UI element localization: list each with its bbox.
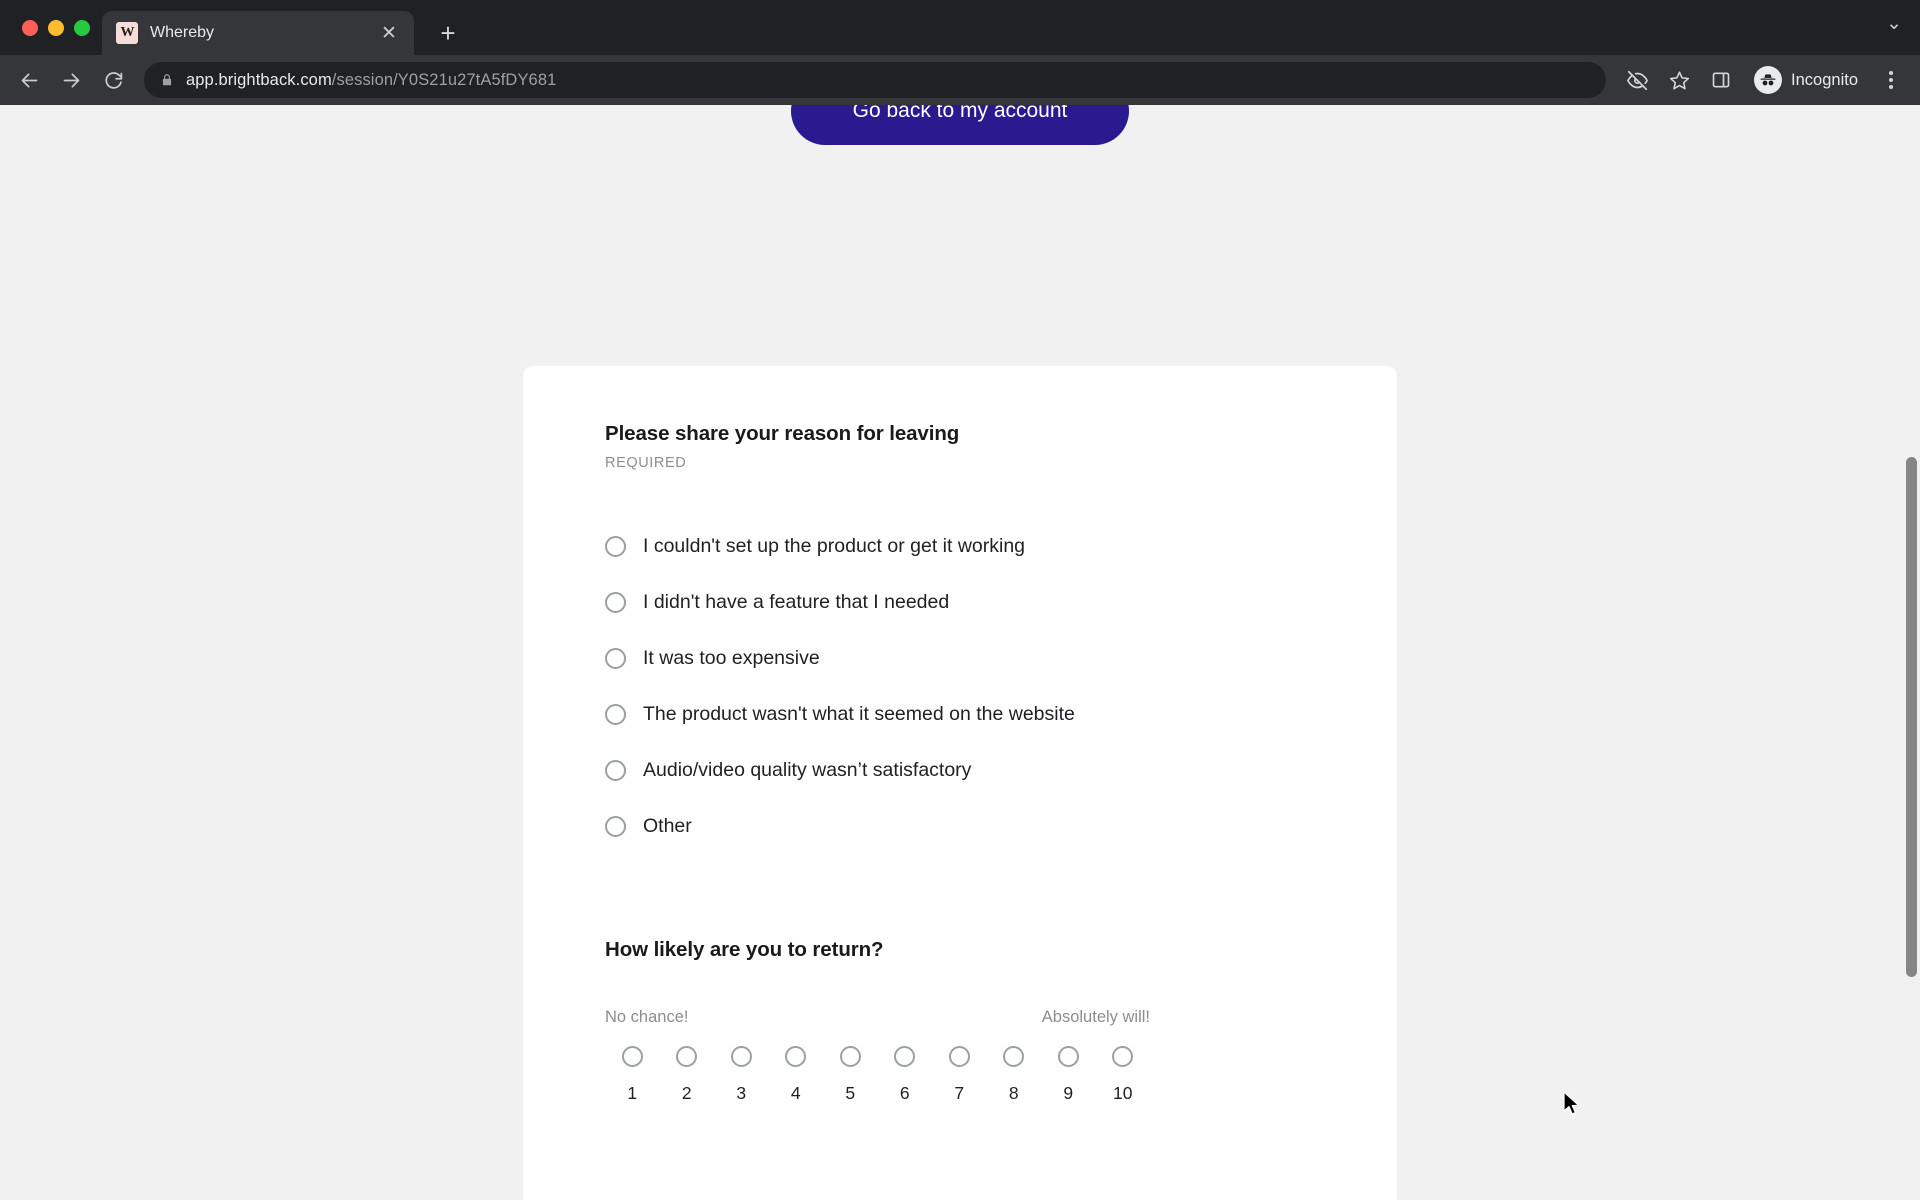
mouse-cursor [1563,1091,1580,1115]
radio-icon[interactable] [1112,1046,1134,1067]
reason-option-label: I didn't have a feature that I needed [643,590,950,613]
forward-icon[interactable] [52,61,90,99]
url-path: /session/Y0S21u27tA5fDY681 [331,70,557,89]
side-panel-icon[interactable] [1702,61,1740,99]
new-tab-button[interactable]: + [430,15,466,51]
nps-option[interactable]: 10 [1096,1046,1151,1104]
reason-option-label: Audio/video quality wasn’t satisfactory [643,758,972,781]
radio-icon[interactable] [605,535,626,557]
radio-icon[interactable] [621,1046,643,1067]
browser-window: W Whereby ✕ + ⌄ app.brightback.com/sessi… [0,0,1920,1200]
nps-option[interactable]: 7 [932,1046,987,1104]
reason-option[interactable]: Audio/video quality wasn’t satisfactory [605,742,1315,798]
radio-icon[interactable] [605,647,626,669]
reason-option[interactable]: I couldn't set up the product or get it … [605,518,1315,574]
maximize-window-button[interactable] [74,19,90,36]
star-icon[interactable] [1660,61,1698,99]
reason-option[interactable]: I didn't have a feature that I needed [605,574,1315,630]
reason-option-label: Other [643,814,692,837]
vertical-scrollbar[interactable] [1903,105,1920,1200]
go-back-button-container: Go back to my account [0,105,1920,145]
profile-label: Incognito [1791,70,1858,89]
reason-option-label: The product wasn't what it seemed on the… [643,702,1075,725]
nps-endpoint-labels: No chance! Absolutely will! [605,1008,1150,1027]
reload-icon[interactable] [94,61,132,99]
minimize-window-button[interactable] [48,19,64,36]
nps-option[interactable]: 1 [605,1046,660,1104]
browser-tab-whereby[interactable]: W Whereby ✕ [102,11,414,55]
free-text-section: Anything else you’d like to share about … [605,1196,1315,1200]
nps-section: How likely are you to return? No chance!… [605,938,1315,1104]
reason-section-title: Please share your reason for leaving [605,422,960,445]
reason-option-label: It was too expensive [643,646,820,669]
reason-option-label: I couldn't set up the product or get it … [643,534,1026,557]
nps-option[interactable]: 8 [987,1046,1042,1104]
back-icon[interactable] [10,61,48,99]
profile-chip-incognito[interactable]: Incognito [1748,63,1872,97]
go-back-to-my-account-button[interactable]: Go back to my account [790,105,1130,145]
nps-option[interactable]: 9 [1041,1046,1096,1104]
tab-title: Whereby [150,24,215,41]
nps-option-label: 8 [1008,1083,1019,1103]
nps-option-label: 1 [627,1083,638,1103]
window-controls [14,0,102,55]
radio-icon[interactable] [785,1046,807,1067]
url-text: app.brightback.com/session/Y0S21u27tA5fD… [186,71,556,90]
radio-icon[interactable] [605,703,626,725]
nps-scale: 1 2 3 4 5 6 7 8 9 10 [605,1046,1150,1104]
close-tab-icon[interactable]: ✕ [376,20,402,46]
kebab-menu-icon[interactable] [1876,61,1906,99]
radio-icon[interactable] [894,1046,916,1067]
nps-option-label: 6 [899,1083,910,1103]
incognito-icon [1754,66,1783,94]
nps-option-label: 10 [1113,1083,1133,1103]
address-bar[interactable]: app.brightback.com/session/Y0S21u27tA5fD… [144,62,1607,98]
nps-option-label: 4 [790,1083,801,1103]
nps-option[interactable]: 2 [660,1046,715,1104]
reason-section: Please share your reason for leaving REQ… [605,422,1315,854]
reason-option[interactable]: The product wasn't what it seemed on the… [605,686,1315,742]
nps-option-label: 7 [954,1083,965,1103]
cancellation-survey-card: Please share your reason for leaving REQ… [523,366,1397,1200]
radio-icon[interactable] [605,815,626,837]
free-text-section-title: Anything else you’d like to share about … [605,1196,1075,1200]
whereby-favicon-icon: W [116,22,138,44]
tab-strip: W Whereby ✕ + ⌄ [0,0,1920,55]
nps-option[interactable]: 6 [878,1046,933,1104]
nps-option[interactable]: 5 [823,1046,878,1104]
reason-option[interactable]: It was too expensive [605,630,1315,686]
nps-option-label: 2 [681,1083,692,1103]
reason-option[interactable]: Other [605,798,1315,854]
close-window-button[interactable] [22,19,38,36]
radio-icon[interactable] [605,591,626,613]
radio-icon[interactable] [1057,1046,1079,1067]
lock-icon [160,73,174,87]
reason-required-label: REQUIRED [605,455,687,471]
reason-options-list: I couldn't set up the product or get it … [605,518,1315,854]
nps-option-label: 9 [1063,1083,1074,1103]
nps-low-label: No chance! [605,1008,689,1026]
radio-icon[interactable] [605,759,626,781]
nps-section-title: How likely are you to return? [605,938,884,961]
nps-high-label: Absolutely will! [1041,1008,1150,1026]
radio-icon[interactable] [839,1046,861,1067]
eye-slash-icon[interactable] [1618,61,1656,99]
radio-icon[interactable] [676,1046,698,1067]
nps-option[interactable]: 3 [714,1046,769,1104]
url-host: app.brightback.com [186,70,332,89]
tab-search-chevron-down-icon[interactable]: ⌄ [1886,12,1902,35]
toolbar-actions: Incognito [1618,61,1906,99]
nps-option[interactable]: 4 [769,1046,824,1104]
scrollbar-thumb[interactable] [1906,457,1917,977]
radio-icon[interactable] [1003,1046,1025,1067]
radio-icon[interactable] [730,1046,752,1067]
nps-option-label: 5 [845,1083,856,1103]
radio-icon[interactable] [948,1046,970,1067]
page-viewport: Go back to my account Please share your … [0,105,1920,1200]
browser-toolbar: app.brightback.com/session/Y0S21u27tA5fD… [0,55,1920,105]
nps-option-label: 3 [736,1083,747,1103]
